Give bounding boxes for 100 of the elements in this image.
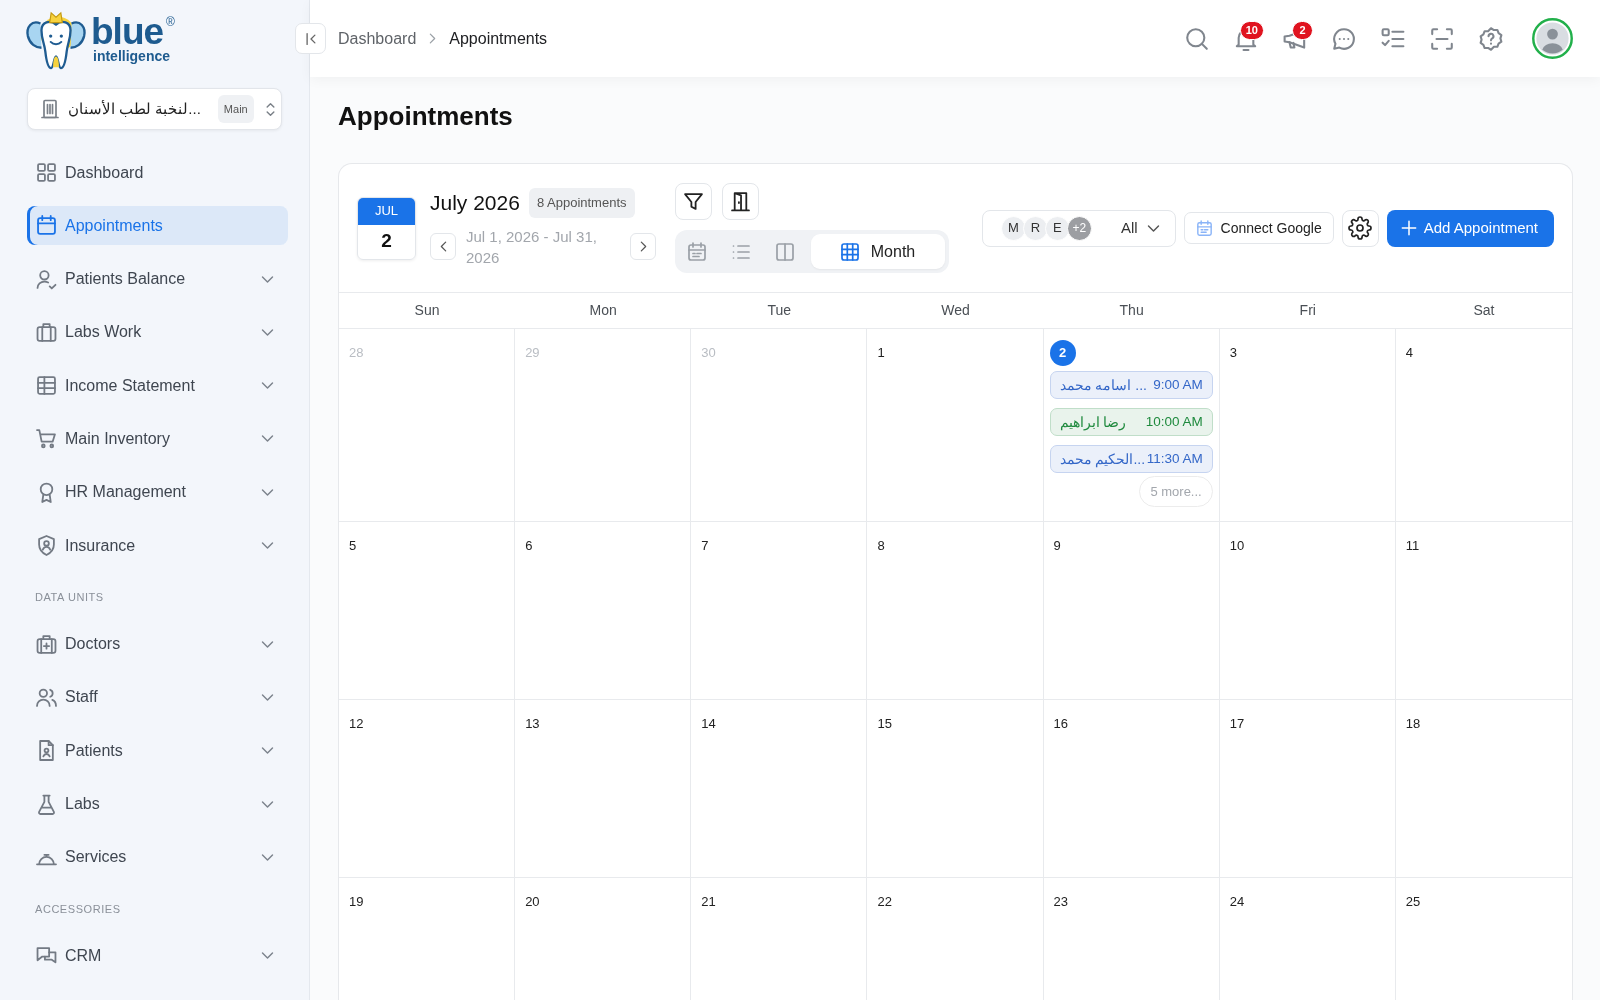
breadcrumb-current: Appointments: [449, 28, 548, 49]
sidebar-item[interactable]: HR Management: [27, 472, 288, 512]
previous-month-button[interactable]: [430, 233, 456, 261]
day-number: 22: [876, 893, 892, 911]
sidebar-item[interactable]: Staff: [27, 677, 288, 717]
day-number: 28: [348, 344, 364, 362]
filter-icon: [684, 192, 703, 211]
sidebar-item[interactable]: Insurance: [27, 526, 288, 566]
announcements-button[interactable]: 2: [1277, 20, 1313, 57]
plus-icon: [1400, 220, 1417, 236]
grid-icon: [840, 242, 859, 261]
settings-button[interactable]: [1341, 209, 1379, 247]
add-appointment-button[interactable]: Add Appointment: [1386, 209, 1554, 247]
sidebar-item[interactable]: Appointments: [27, 206, 288, 246]
staff-filter-dropdown[interactable]: M R E +2 All: [981, 209, 1176, 247]
day-number: 23: [1052, 893, 1069, 911]
branch-tag: Main: [217, 94, 254, 124]
columns-icon: [776, 242, 794, 261]
day-number: 19: [348, 893, 364, 911]
day-number: 30: [700, 344, 716, 362]
section-heading: DATA UNITS: [34, 590, 105, 606]
breadcrumb-link[interactable]: Dashboard: [338, 26, 417, 51]
day-number: 21: [700, 893, 716, 911]
day-number: 2: [1049, 340, 1076, 366]
sidebar-item[interactable]: Doctors: [27, 624, 288, 664]
user-check-icon: [37, 269, 56, 289]
weekday-header: Wed: [940, 301, 971, 320]
building-icon: [41, 100, 59, 118]
day-number: 25: [1404, 893, 1421, 911]
patient-name: الحكيم محمد...: [1059, 449, 1146, 470]
day-number: 11: [1404, 537, 1420, 555]
calendar-icon: [688, 242, 706, 261]
day-number: 9: [1052, 537, 1061, 555]
chat-bubble-icon: [1333, 27, 1355, 50]
day-number: 3: [1228, 344, 1237, 362]
grid-icon: [37, 163, 56, 182]
notifications-button[interactable]: 10: [1228, 20, 1264, 57]
logo-tagline: intelligence: [93, 48, 172, 64]
weekday-header: Sat: [1472, 301, 1496, 320]
sidebar-item[interactable]: Patients Balance: [27, 259, 288, 299]
award-ribbon-icon: [37, 482, 56, 502]
list-icon: [732, 242, 750, 261]
suitcase-icon: [37, 322, 56, 342]
calendar-icon: [37, 216, 56, 236]
day-number: 29: [524, 344, 540, 362]
day-number: 10: [1228, 537, 1245, 555]
appointment-time: 10:00 AM: [1145, 412, 1203, 431]
day-number: 5: [348, 537, 357, 555]
day-number: 1: [876, 344, 885, 362]
day-number: 17: [1228, 715, 1245, 733]
day-number: 6: [524, 537, 533, 555]
checklist-icon: [1382, 27, 1404, 50]
sidebar-item[interactable]: Dashboard: [27, 153, 288, 192]
day-number: 16: [1052, 715, 1069, 733]
day-number: 8: [876, 537, 885, 555]
staff-avatar: R: [1022, 215, 1048, 241]
door-button[interactable]: [722, 183, 759, 220]
day-number: 12: [348, 715, 364, 733]
staff-avatar: E: [1044, 215, 1070, 241]
user-avatar-icon[interactable]: [1532, 18, 1573, 59]
patient-name: رضا ابراهيم: [1059, 412, 1127, 433]
sidebar-item[interactable]: Main Inventory: [27, 419, 288, 459]
collapse-icon: [303, 31, 318, 46]
day-number: 14: [700, 715, 716, 733]
page-title: Appointments: [338, 101, 514, 132]
appointment-count: 8 Appointments: [528, 188, 635, 218]
staff-avatar: M: [1000, 215, 1026, 241]
table-icon: [37, 376, 56, 396]
settings-icon: [1351, 219, 1370, 237]
view-tab[interactable]: Month: [811, 234, 945, 269]
logo-wordmark: blue: [91, 16, 164, 48]
count-badge: 2: [1292, 20, 1313, 40]
sidebar-item[interactable]: Patients: [27, 731, 288, 771]
connect-google-button[interactable]: Connect Google: [1183, 212, 1334, 244]
sidebar-item[interactable]: Services: [27, 837, 288, 877]
day-number: 24: [1228, 893, 1245, 911]
sidebar-item[interactable]: Income Statement: [27, 366, 288, 406]
date-tile-month: JUL: [358, 197, 415, 225]
medical-case-icon: [37, 634, 56, 654]
count-badge: 10: [1239, 20, 1264, 40]
shield-user-icon: [37, 536, 56, 556]
help-icon: [1480, 27, 1502, 50]
sidebar-item[interactable]: Labs Work: [27, 312, 288, 352]
weekday-header: Fri: [1298, 301, 1317, 320]
next-month-button[interactable]: [630, 233, 656, 261]
date-tile-day: 2: [358, 224, 415, 259]
collapse-sidebar-button[interactable]: [295, 23, 326, 54]
more-staff-count: +2: [1066, 215, 1092, 241]
scan-frame-icon: [1431, 27, 1453, 50]
user-document-icon: [37, 741, 56, 761]
users-icon: [37, 687, 56, 707]
sidebar-item[interactable]: Labs: [27, 784, 288, 824]
sidebar-item[interactable]: CRM: [27, 936, 288, 976]
day-number: 20: [524, 893, 540, 911]
day-number: 18: [1404, 715, 1421, 733]
day-number: 13: [524, 715, 540, 733]
patient-name: اسامه محمد ...: [1059, 375, 1147, 395]
day-number: 15: [876, 715, 892, 733]
filter-button[interactable]: [675, 183, 712, 220]
weekday-header: Thu: [1118, 301, 1145, 320]
